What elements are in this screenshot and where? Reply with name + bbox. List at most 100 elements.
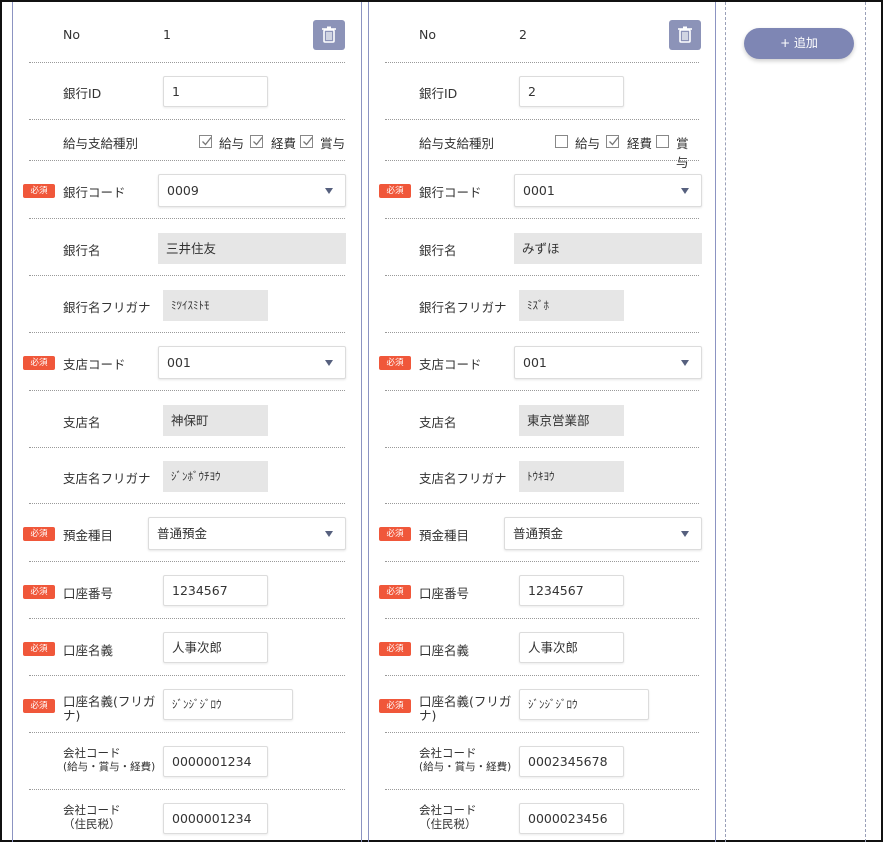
required-badge: 必須 <box>23 184 55 198</box>
row-bank-kana: 銀行名フリガナ ﾐﾂｲｽﾐﾄﾓ <box>29 276 345 333</box>
label-company-code-2-line1: 会社コード <box>63 803 121 817</box>
salary-checkbox-label: 給与 <box>219 136 245 151</box>
required-badge: 必須 <box>23 642 55 656</box>
bonus-checkbox-label: 賞与 <box>320 136 346 151</box>
add-column-divider <box>725 2 726 842</box>
bank-record-card-1: No 1 銀行ID 1 給与支給種別 給与 経費 賞与 必須 銀行コード 000… <box>12 2 362 842</box>
row-bank-code: 必須 銀行コード 0009 <box>23 161 346 219</box>
delete-button[interactable] <box>669 20 701 50</box>
row-branch-name: 支店名 東京営業部 <box>385 391 699 448</box>
label-bank-kana: 銀行名フリガナ <box>63 300 151 315</box>
deposit-type-select[interactable]: 普通預金 <box>504 517 702 550</box>
label-company-code-1-line1: 会社コード <box>63 746 121 760</box>
label-bank-code: 銀行コード <box>63 185 126 200</box>
record-no-value: 2 <box>519 27 527 42</box>
row-branch-code: 必須 支店コード 001 <box>23 333 346 391</box>
delete-button[interactable] <box>313 20 345 50</box>
bank-kana-field: ﾐﾂｲｽﾐﾄﾓ <box>163 290 268 321</box>
label-deposit-type: 預金種目 <box>63 528 114 543</box>
account-holder-input[interactable]: 人事次郎 <box>163 632 268 663</box>
row-account-holder-kana: 必須 口座名義(フリガ ナ) ｼﾞﾝｼﾞｼﾞﾛｳ <box>23 676 345 733</box>
row-company-code-2: 会社コード （住民税） 0000023456 <box>385 790 699 842</box>
row-deposit-type: 必須 預金種目 普通預金 <box>23 504 346 562</box>
account-number-input[interactable]: 1234567 <box>519 575 624 606</box>
account-holder-kana-input[interactable]: ｼﾞﾝｼﾞｼﾞﾛｳ <box>519 689 649 720</box>
row-branch-name: 支店名 神保町 <box>29 391 345 448</box>
account-number-input[interactable]: 1234567 <box>163 575 268 606</box>
label-account-number: 口座番号 <box>63 586 114 601</box>
required-badge: 必須 <box>379 527 411 541</box>
row-bank-code: 必須 銀行コード 0001 <box>379 161 702 219</box>
company-code-1-input[interactable]: 0000001234 <box>163 746 268 777</box>
required-badge: 必須 <box>23 699 55 713</box>
bank-code-select[interactable]: 0009 <box>158 174 346 207</box>
row-account-number: 必須 口座番号 1234567 <box>23 562 345 619</box>
label-branch-kana: 支店名フリガナ <box>63 471 151 486</box>
row-branch-kana: 支店名フリガナ ﾄｳｷﾖｳ <box>385 448 699 504</box>
trash-icon <box>322 26 336 43</box>
company-code-2-input[interactable]: 0000023456 <box>519 803 624 834</box>
branch-code-select[interactable]: 001 <box>158 346 346 379</box>
salary-checkbox[interactable] <box>199 135 212 148</box>
row-company-code-2: 会社コード （住民税） 0000001234 <box>29 790 345 842</box>
bonus-checkbox[interactable] <box>300 135 313 148</box>
label-bank-code: 銀行コード <box>419 185 482 200</box>
expense-checkbox[interactable] <box>250 135 263 148</box>
deposit-type-select[interactable]: 普通預金 <box>148 517 346 550</box>
label-no: No <box>419 27 436 42</box>
bank-code-select[interactable]: 0001 <box>514 174 702 207</box>
label-company-code-2-line1: 会社コード <box>419 803 477 817</box>
company-code-2-input[interactable]: 0000001234 <box>163 803 268 834</box>
branch-name-field: 神保町 <box>163 405 268 436</box>
label-account-holder-kana-line2: ナ) <box>63 708 81 723</box>
label-pay-type: 給与支給種別 <box>63 136 139 151</box>
chevron-down-icon <box>681 531 689 537</box>
row-pay-type: 給与支給種別 給与 経費 賞与 <box>29 120 345 161</box>
branch-kana-field: ﾄｳｷﾖｳ <box>519 461 624 492</box>
account-holder-input[interactable]: 人事次郎 <box>519 632 624 663</box>
chevron-down-icon <box>325 188 333 194</box>
chevron-down-icon <box>681 360 689 366</box>
label-company-code-2-line2: （住民税） <box>419 817 477 831</box>
row-bank-id: 銀行ID 2 <box>385 63 699 120</box>
expense-checkbox[interactable] <box>606 135 619 148</box>
required-badge: 必須 <box>23 527 55 541</box>
salary-checkbox[interactable] <box>555 135 568 148</box>
label-branch-kana: 支店名フリガナ <box>419 471 507 486</box>
deposit-type-value: 普通預金 <box>157 526 208 541</box>
bonus-checkbox[interactable] <box>656 135 669 148</box>
salary-checkbox-label: 給与 <box>575 136 601 151</box>
bank-id-input[interactable]: 2 <box>519 76 624 107</box>
check-icon <box>253 137 263 146</box>
row-no: No 2 <box>385 2 701 63</box>
account-holder-kana-input[interactable]: ｼﾞﾝｼﾞｼﾞﾛｳ <box>163 689 293 720</box>
row-branch-kana: 支店名フリガナ ｼﾞﾝﾎﾞｳﾁﾖｳ <box>29 448 345 504</box>
company-code-1-input[interactable]: 0002345678 <box>519 746 624 777</box>
row-account-number: 必須 口座番号 1234567 <box>379 562 699 619</box>
required-badge: 必須 <box>379 699 411 713</box>
label-account-number: 口座番号 <box>419 586 470 601</box>
label-bank-name: 銀行名 <box>419 243 457 258</box>
row-bank-name: 銀行名 三井住友 <box>29 219 346 276</box>
bank-code-value: 0009 <box>167 183 199 198</box>
label-no: No <box>63 27 80 42</box>
branch-code-select[interactable]: 001 <box>514 346 702 379</box>
label-account-holder: 口座名義 <box>63 643 114 658</box>
label-account-holder: 口座名義 <box>419 643 470 658</box>
row-company-code-1: 会社コード (給与・賞与・経費) 0002345678 <box>385 733 699 790</box>
row-company-code-1: 会社コード (給与・賞与・経費) 0000001234 <box>29 733 345 790</box>
check-icon <box>609 137 619 146</box>
label-company-code-1-line2: (給与・賞与・経費) <box>63 761 156 773</box>
bank-record-card-2: No 2 銀行ID 2 給与支給種別 給与 経費 賞与 必須 銀行コード 000… <box>368 2 716 842</box>
row-bank-name: 銀行名 みずほ <box>385 219 702 276</box>
row-bank-id: 銀行ID 1 <box>29 63 345 120</box>
row-pay-type: 給与支給種別 給与 経費 賞与 <box>385 120 699 170</box>
add-record-button[interactable]: + 追加 <box>744 28 854 59</box>
chevron-down-icon <box>681 188 689 194</box>
bank-id-input[interactable]: 1 <box>163 76 268 107</box>
label-branch-name: 支店名 <box>63 415 101 430</box>
row-no: No 1 <box>29 2 345 63</box>
trash-icon <box>678 26 692 43</box>
label-branch-code: 支店コード <box>63 357 126 372</box>
row-bank-kana: 銀行名フリガナ ﾐｽﾞﾎ <box>385 276 699 333</box>
